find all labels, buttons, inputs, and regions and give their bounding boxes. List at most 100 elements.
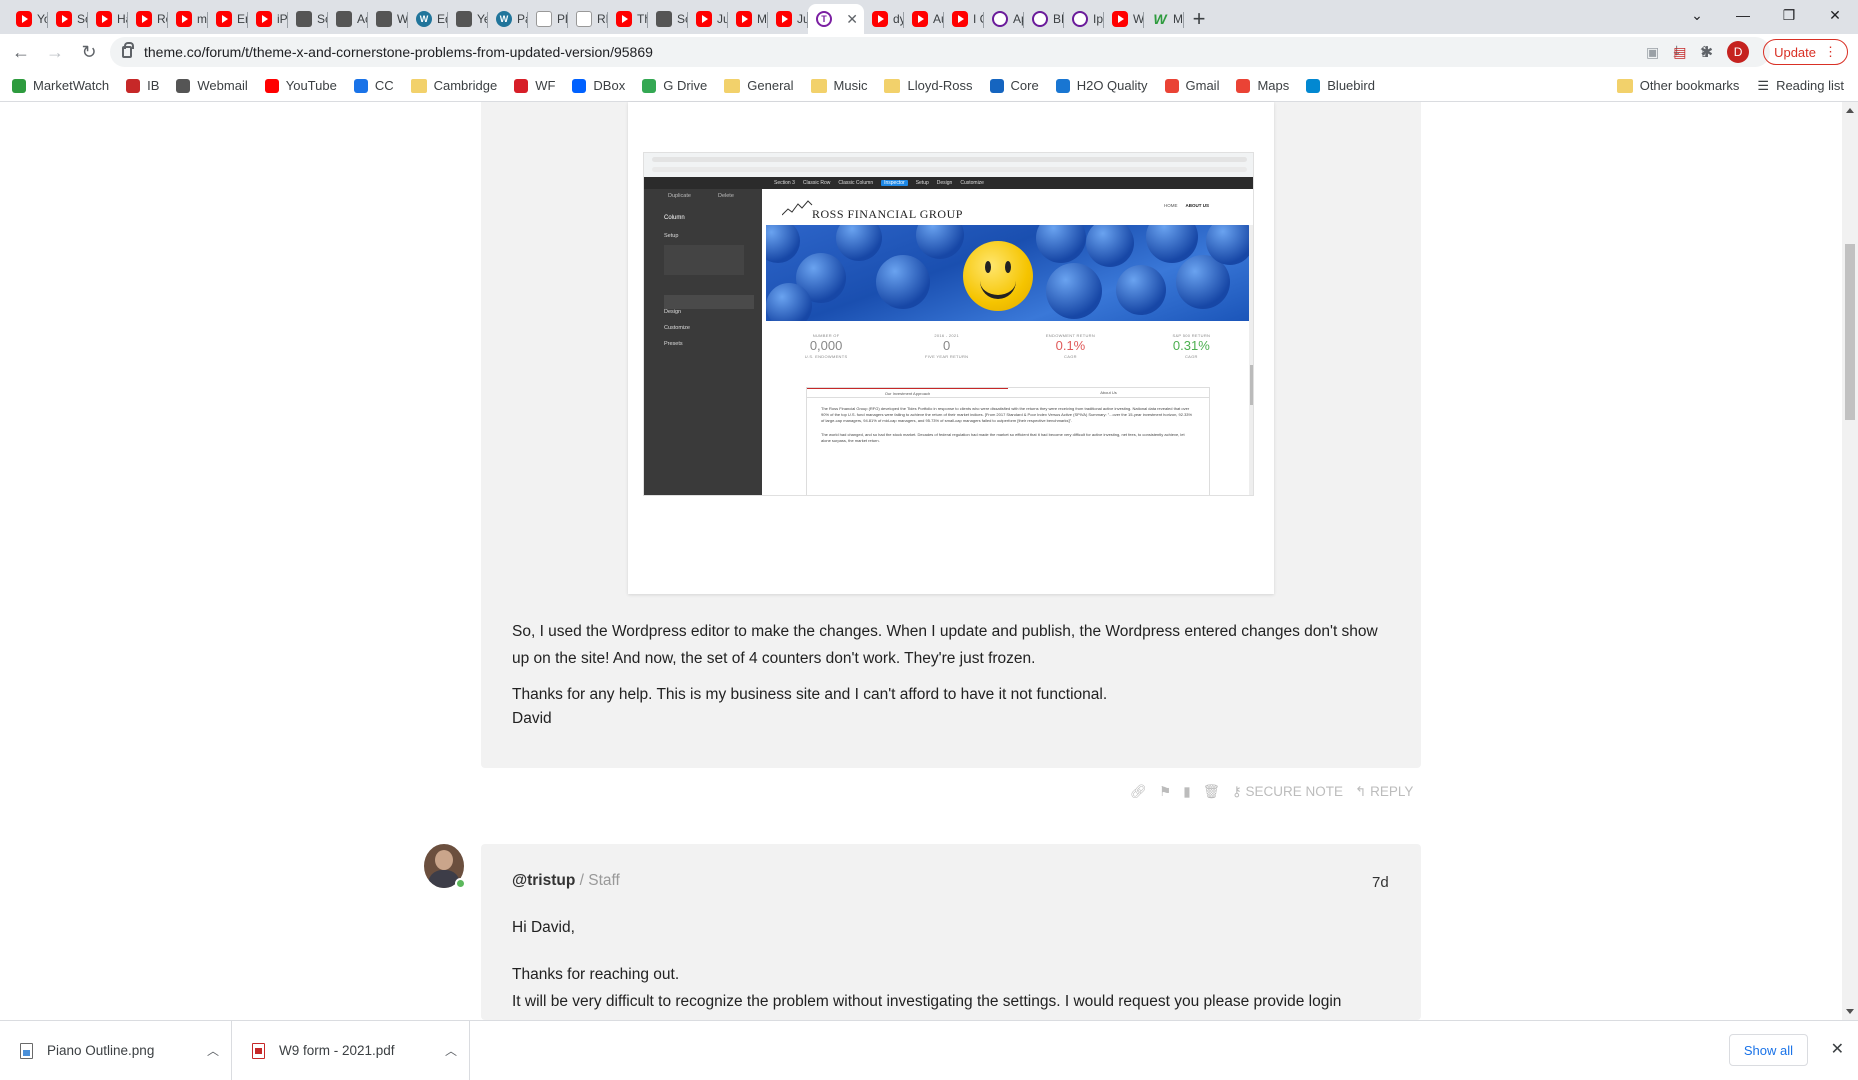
browser-tab[interactable]: Yel: [448, 4, 488, 34]
browser-tab[interactable]: Ac: [328, 4, 368, 34]
browser-tab[interactable]: Yo: [8, 4, 48, 34]
browser-tab[interactable]: Wi: [368, 4, 408, 34]
restore-button[interactable]: ❐: [1766, 0, 1812, 30]
browser-tab[interactable]: I C: [944, 4, 984, 34]
show-all-button[interactable]: Show all: [1728, 1034, 1808, 1066]
puzzle-icon[interactable]: ✱: [1701, 43, 1714, 61]
close-window-button[interactable]: ✕: [1812, 0, 1858, 30]
lock-icon[interactable]: [122, 42, 134, 58]
bookmark-item[interactable]: YouTube: [264, 78, 337, 93]
bookmark-item[interactable]: Gmail: [1164, 78, 1219, 93]
bookmark-item[interactable]: Core: [989, 78, 1039, 93]
browser-tab[interactable]: Plu: [528, 4, 568, 34]
generic-icon: [656, 11, 672, 27]
close-tab-icon[interactable]: ✕: [846, 11, 858, 28]
tab-search-icon[interactable]: ⌄: [1674, 0, 1720, 30]
address-bar[interactable]: theme.co/forum/t/theme-x-and-cornerstone…: [110, 37, 1770, 67]
bookmark-label: CC: [374, 78, 394, 93]
browser-tab[interactable]: ma: [168, 4, 208, 34]
browser-tab[interactable]: dy: [864, 4, 904, 34]
browser-tab[interactable]: Sci: [288, 4, 328, 34]
scroll-up-arrow[interactable]: [1846, 108, 1854, 113]
browser-tab[interactable]: W Ed: [408, 4, 448, 34]
chevron-up-icon[interactable]: ︿: [445, 1042, 457, 1059]
forward-arrow-icon[interactable]: →: [38, 37, 72, 67]
bookmark-label: YouTube: [285, 78, 337, 93]
stat-sublabel: CAGR: [1064, 354, 1077, 359]
url-text[interactable]: theme.co/forum/t/theme-x-and-cornerstone…: [144, 44, 653, 60]
secure-note-button[interactable]: ⚷ SECURE NOTE: [1232, 784, 1343, 800]
reply-button[interactable]: ↰ REPLY: [1355, 784, 1413, 800]
bookmark-item[interactable]: Webmail: [176, 78, 248, 93]
link-icon[interactable]: 🔗︎: [1130, 784, 1147, 800]
reload-icon[interactable]: ↻: [72, 37, 106, 67]
minimize-button[interactable]: —: [1720, 0, 1766, 30]
browser-tab[interactable]: W Ma: [1144, 4, 1184, 34]
bookmark-item[interactable]: G Drive: [642, 78, 707, 93]
browser-tab[interactable]: My: [728, 4, 768, 34]
bookmark-item[interactable]: General: [724, 78, 794, 93]
browser-tab[interactable]: Jul: [688, 4, 728, 34]
bookmark-item[interactable]: Lloyd-Ross: [884, 78, 973, 93]
trash-icon[interactable]: 🗑︎: [1203, 784, 1220, 800]
bookmark-label: DBox: [593, 78, 626, 93]
other-bookmarks[interactable]: Other bookmarks: [1616, 78, 1739, 94]
bookmark-item[interactable]: Maps: [1236, 78, 1289, 93]
bookmark-item[interactable]: H2O Quality: [1055, 78, 1148, 93]
browser-tab[interactable]: Th: [608, 4, 648, 34]
tab-title: Ac: [357, 12, 368, 26]
author-handle[interactable]: @tristup: [512, 872, 575, 889]
browser-tab[interactable]: So: [48, 4, 88, 34]
bookmark-item[interactable]: Bluebird: [1306, 78, 1375, 93]
flag-icon[interactable]: ⚑: [1159, 784, 1171, 800]
mini-tab-box: Our Investment Approach About Us The Ros…: [806, 387, 1210, 495]
browser-tab[interactable]: RF: [568, 4, 608, 34]
browser-tab[interactable]: W Pa: [488, 4, 528, 34]
update-button[interactable]: Update ⋮: [1763, 39, 1848, 65]
chevron-up-icon[interactable]: ︿: [207, 1042, 219, 1059]
browser-tab[interactable]: Ro: [128, 4, 168, 34]
back-arrow-icon[interactable]: ←: [4, 37, 38, 67]
extension-icon[interactable]: ▣: [1646, 44, 1659, 61]
new-tab-button[interactable]: +: [1184, 4, 1214, 34]
bookmark-item[interactable]: Music: [810, 78, 867, 93]
download-item-1[interactable]: Piano Outline.png ︿: [0, 1020, 232, 1080]
download-item-2[interactable]: W9 form - 2021.pdf ︿: [232, 1020, 470, 1080]
attached-image[interactable]: Section 3 Classic Row Classic Column Inspec…: [628, 102, 1274, 594]
bookmark-item[interactable]: WF: [514, 78, 555, 93]
marketwatch-icon: W: [1153, 11, 1167, 27]
wf-icon: [514, 78, 529, 93]
browser-tab[interactable]: Em: [208, 4, 248, 34]
bookmark-item[interactable]: CC: [353, 78, 394, 93]
bookmark-icon[interactable]: ▮: [1183, 784, 1190, 800]
tab-title: Ro: [157, 12, 168, 26]
page-scrollbar[interactable]: [1842, 102, 1858, 1020]
tab-title: Sci: [317, 12, 328, 26]
mini-panel-title: Column: [664, 215, 685, 221]
reading-list-icon: ☰: [1757, 77, 1770, 93]
browser-tab[interactable]: Wi: [1104, 4, 1144, 34]
scroll-thumb[interactable]: [1845, 244, 1855, 420]
reply-age[interactable]: 7d: [1372, 874, 1389, 891]
extension-icon-2[interactable]: ▤: [1673, 44, 1686, 61]
close-icon[interactable]: ✕: [1831, 1039, 1844, 1059]
bookmark-item[interactable]: DBox: [572, 78, 625, 93]
browser-tab[interactable]: BR: [1024, 4, 1064, 34]
browser-tab[interactable]: Ipa: [1064, 4, 1104, 34]
tab-title: Plu: [557, 12, 568, 26]
tab-title: dy: [893, 12, 904, 26]
browser-tab[interactable]: Au: [904, 4, 944, 34]
profile-avatar[interactable]: D: [1727, 41, 1750, 63]
bookmark-item[interactable]: MarketWatch: [12, 78, 109, 93]
browser-tab[interactable]: Sc: [648, 4, 688, 34]
browser-tab[interactable]: T ✕: [808, 4, 864, 34]
browser-tab[interactable]: Ap: [984, 4, 1024, 34]
browser-tab[interactable]: iPh: [248, 4, 288, 34]
bookmark-item[interactable]: Cambridge: [410, 78, 497, 93]
youtube-icon: [952, 11, 968, 27]
browser-tab[interactable]: Jul: [768, 4, 808, 34]
browser-tab[interactable]: Ha: [88, 4, 128, 34]
reading-list[interactable]: ☰ Reading list: [1757, 78, 1844, 94]
bookmark-item[interactable]: IB: [126, 78, 159, 93]
scroll-down-arrow[interactable]: [1846, 1009, 1854, 1014]
